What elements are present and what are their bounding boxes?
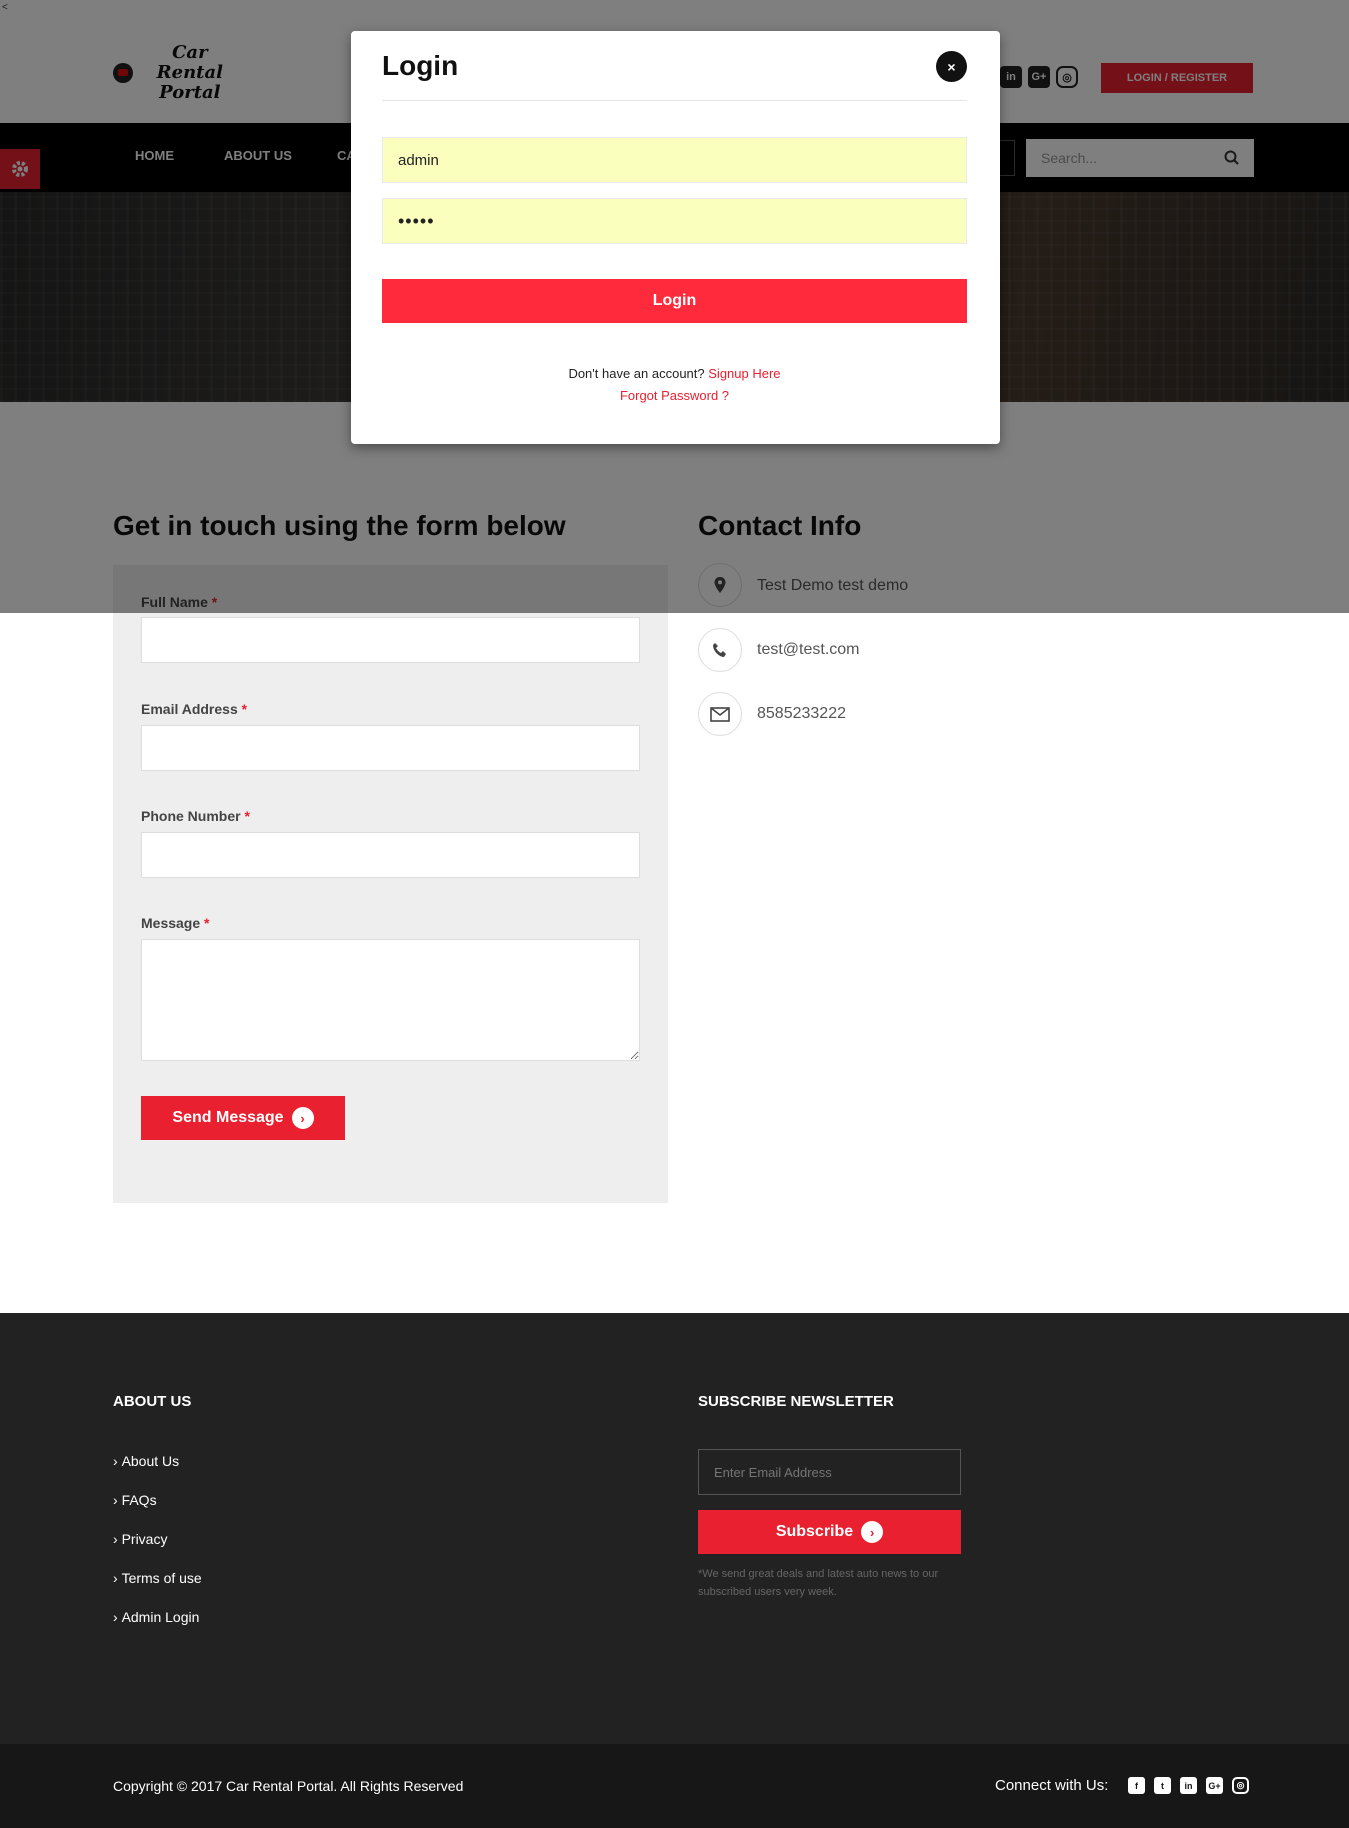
copyright-text: Copyright © 2017 Car Rental Portal. All … [113, 1778, 464, 1794]
connect-with-us-label: Connect with Us: [995, 1777, 1109, 1794]
footer-link-terms[interactable]: › Terms of use [113, 1570, 202, 1586]
phone-input[interactable] [141, 832, 640, 878]
footer-about-heading: ABOUT US [113, 1393, 192, 1410]
newsletter-email-input[interactable] [698, 1449, 961, 1495]
forgot-password-link[interactable]: Forgot Password ? [382, 388, 967, 403]
no-account-text: Don't have an account? [568, 366, 705, 381]
footer-link-privacy[interactable]: › Privacy [113, 1531, 167, 1547]
back-caret[interactable]: < [2, 2, 8, 13]
footer-link-about[interactable]: › About Us [113, 1453, 179, 1469]
contact-email[interactable]: test@test.com [757, 641, 860, 659]
footer-link-faqs[interactable]: › FAQs [113, 1492, 157, 1508]
newsletter-heading: SUBSCRIBE NEWSLETTER [698, 1393, 894, 1410]
facebook-icon[interactable]: f [1128, 1777, 1145, 1794]
arrow-right-icon: › [291, 1107, 314, 1129]
arrow-right-icon: › [861, 1521, 884, 1543]
password-input[interactable]: ••••• [382, 198, 967, 244]
envelope-icon [698, 692, 742, 736]
footer-social-links: f t in G+ ◎ [1128, 1777, 1249, 1794]
subscribe-button[interactable]: Subscribe › [698, 1510, 961, 1554]
close-icon[interactable]: × [936, 51, 967, 82]
phone-label: Phone Number * [141, 808, 250, 824]
send-message-button[interactable]: Send Message › [141, 1096, 345, 1140]
phone-icon [698, 628, 742, 672]
send-message-label: Send Message [172, 1109, 284, 1126]
modal-divider [382, 100, 967, 101]
linkedin-icon[interactable]: in [1180, 1777, 1197, 1794]
email-label: Email Address * [141, 701, 248, 717]
twitter-icon[interactable]: t [1154, 1777, 1171, 1794]
login-modal-title: Login [382, 50, 459, 81]
footer [0, 1313, 1349, 1744]
subscribe-label: Subscribe [775, 1523, 854, 1540]
username-input[interactable]: admin [382, 137, 967, 183]
email-input[interactable] [141, 725, 640, 771]
footer-link-admin-login[interactable]: › Admin Login [113, 1609, 199, 1625]
contact-phone: 8585233222 [757, 705, 846, 722]
newsletter-note: *We send great deals and latest auto new… [698, 1568, 939, 1598]
message-label: Message * [141, 915, 210, 931]
google-plus-icon[interactable]: G+ [1206, 1777, 1223, 1794]
login-submit-button[interactable]: Login [382, 279, 967, 323]
instagram-icon[interactable]: ◎ [1232, 1777, 1249, 1794]
full-name-input[interactable] [141, 617, 640, 663]
signup-prompt: Don't have an account? Signup Here [382, 366, 967, 381]
message-textarea[interactable] [141, 939, 640, 1061]
signup-link[interactable]: Signup Here [708, 366, 780, 381]
